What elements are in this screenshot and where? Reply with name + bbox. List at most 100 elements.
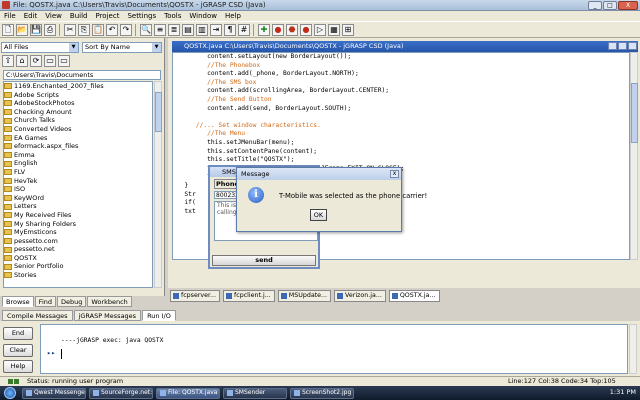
path-field[interactable]: C:\Users\Travis\Documents (3, 70, 161, 80)
tab-workbench[interactable]: Workbench (87, 296, 132, 307)
file-filter-select[interactable]: All Files ▼ (1, 42, 79, 53)
tab-find[interactable]: Find (34, 296, 56, 307)
editor-scrollbar[interactable] (630, 52, 638, 260)
list-item[interactable]: AdobeStockPhotos (4, 99, 152, 108)
tab-compile-messages[interactable]: Compile Messages (2, 310, 73, 321)
open-folder-icon[interactable]: 📂 (16, 23, 28, 36)
cut-icon[interactable]: ✂ (64, 23, 76, 36)
menu-window[interactable]: Window (189, 12, 217, 20)
window-tab[interactable]: MSUpdate... (277, 290, 332, 302)
maximize-button[interactable]: □ (603, 1, 617, 10)
list-item[interactable]: My Sharing Folders (4, 220, 152, 229)
menu-tools[interactable]: Tools (164, 12, 181, 20)
step-icon[interactable]: ▷ (314, 23, 326, 36)
uml-icon[interactable]: ▦ (328, 23, 340, 36)
window-tab[interactable]: QOSTX.ja... (388, 290, 440, 302)
generate-csd-icon[interactable]: ≡ (154, 23, 166, 36)
menu-build[interactable]: Build (70, 12, 88, 20)
list-item[interactable]: FLV (4, 168, 152, 177)
debug-icon[interactable]: ⬣ (286, 23, 298, 36)
tab-browse[interactable]: Browse (2, 296, 34, 307)
list-item[interactable]: KeyWOrd (4, 194, 152, 203)
list-item[interactable]: Checking Amount (4, 108, 152, 117)
print-icon[interactable]: ⎙ (44, 23, 56, 36)
compile-icon[interactable]: ✚ (258, 23, 270, 36)
editor-close-button[interactable] (628, 42, 637, 50)
list-item[interactable]: pessetto.com (4, 237, 152, 246)
taskbar-item[interactable]: ScreenShot2.jpg - Pa... (290, 387, 354, 399)
minimize-button[interactable]: _ (588, 1, 602, 10)
undo-icon[interactable]: ↶ (106, 23, 118, 36)
end-button[interactable]: End (3, 327, 33, 340)
list-item[interactable]: EA Games (4, 134, 152, 143)
clear-button[interactable]: Clear (3, 344, 33, 357)
paste-icon[interactable]: 📋 (92, 23, 104, 36)
window-tab[interactable]: fcpserver... (170, 290, 221, 302)
menu-view[interactable]: View (45, 12, 62, 20)
list-item[interactable]: Senior Portfolio (4, 262, 152, 271)
send-button[interactable]: send (212, 255, 316, 266)
home-folder-icon[interactable]: ⌂ (16, 55, 28, 67)
help-button[interactable]: Help (3, 360, 33, 373)
list-item[interactable]: pessetto.net (4, 245, 152, 254)
scrollbar-thumb[interactable] (631, 83, 638, 143)
ok-button[interactable]: OK (310, 209, 327, 221)
taskbar-item[interactable]: SourceForge.net: Q... (89, 387, 153, 399)
run-io-output[interactable]: ----jGRASP exec: java QOSTX ▸▸ (40, 324, 628, 374)
remove-csd-icon[interactable]: ≣ (168, 23, 180, 36)
copy-icon[interactable]: ⎘ (78, 23, 90, 36)
list-item[interactable]: Church Talks (4, 116, 152, 125)
unfold-icon[interactable]: ▥ (196, 23, 208, 36)
fold-icon[interactable]: ▤ (182, 23, 194, 36)
refresh-icon[interactable]: ⟳ (30, 55, 42, 67)
save-icon[interactable]: 💾 (30, 23, 42, 36)
run-icon[interactable]: ● (272, 23, 284, 36)
editor-minimize-button[interactable] (608, 42, 617, 50)
indent-icon[interactable]: ⇥ (210, 23, 222, 36)
dialog-close-button[interactable]: x (390, 170, 399, 178)
menu-project[interactable]: Project (95, 12, 119, 20)
list-item[interactable]: ISO (4, 185, 152, 194)
list-item[interactable]: My Received Files (4, 211, 152, 220)
menu-file[interactable]: File (4, 12, 16, 20)
close-button[interactable]: X (618, 1, 638, 10)
sort-select[interactable]: Sort By Name ▼ (82, 42, 162, 53)
window-tab[interactable]: Verizon.ja... (334, 290, 386, 302)
list-item[interactable]: Converted Videos (4, 125, 152, 134)
line-numbers-icon[interactable]: # (238, 23, 250, 36)
file-list[interactable]: 1169.Enchanted_2007_files Adobe Scripts … (3, 81, 153, 288)
new-folder-icon[interactable]: ▭ (58, 55, 70, 67)
list-item[interactable]: English (4, 159, 152, 168)
list-item[interactable]: Letters (4, 202, 152, 211)
menu-settings[interactable]: Settings (127, 12, 156, 20)
applet-icon[interactable]: ● (300, 23, 312, 36)
scrollbar-thumb[interactable] (155, 92, 162, 132)
new-file-icon[interactable]: 🗋 (2, 23, 14, 36)
taskbar-item[interactable]: Qwest Messenger b... (22, 387, 86, 399)
object-workbench-icon[interactable]: ⊞ (342, 23, 354, 36)
list-item[interactable]: 1169.Enchanted_2007_files (4, 82, 152, 91)
list-item[interactable]: Stories (4, 271, 152, 280)
list-item[interactable]: Emma (4, 151, 152, 160)
taskbar-item[interactable]: SMSender (223, 387, 287, 399)
tab-jgrasp-messages[interactable]: jGRASP Messages (73, 310, 142, 321)
taskbar-item[interactable]: File: QOSTX.java C... (156, 387, 220, 399)
redo-icon[interactable]: ↷ (120, 23, 132, 36)
list-item[interactable]: QOSTX (4, 254, 152, 263)
list-item[interactable]: eformack.aspx_files (4, 142, 152, 151)
list-item[interactable]: HevTek (4, 177, 152, 186)
browse-scrollbar[interactable] (154, 81, 162, 288)
list-item[interactable]: Adobe Scripts (4, 91, 152, 100)
find-icon[interactable]: 🔍 (140, 23, 152, 36)
tab-debug[interactable]: Debug (57, 296, 87, 307)
menu-help[interactable]: Help (225, 12, 241, 20)
comment-icon[interactable]: ¶ (224, 23, 236, 36)
folder-icon[interactable]: ▭ (44, 55, 56, 67)
up-folder-icon[interactable]: ⇧ (2, 55, 14, 67)
menu-edit[interactable]: Edit (24, 12, 38, 20)
tab-run-io[interactable]: Run I/O (142, 310, 176, 321)
output-scrollbar[interactable] (629, 324, 637, 374)
editor-maximize-button[interactable] (618, 42, 627, 50)
list-item[interactable]: MyEmsticons (4, 228, 152, 237)
start-button[interactable] (4, 387, 16, 399)
